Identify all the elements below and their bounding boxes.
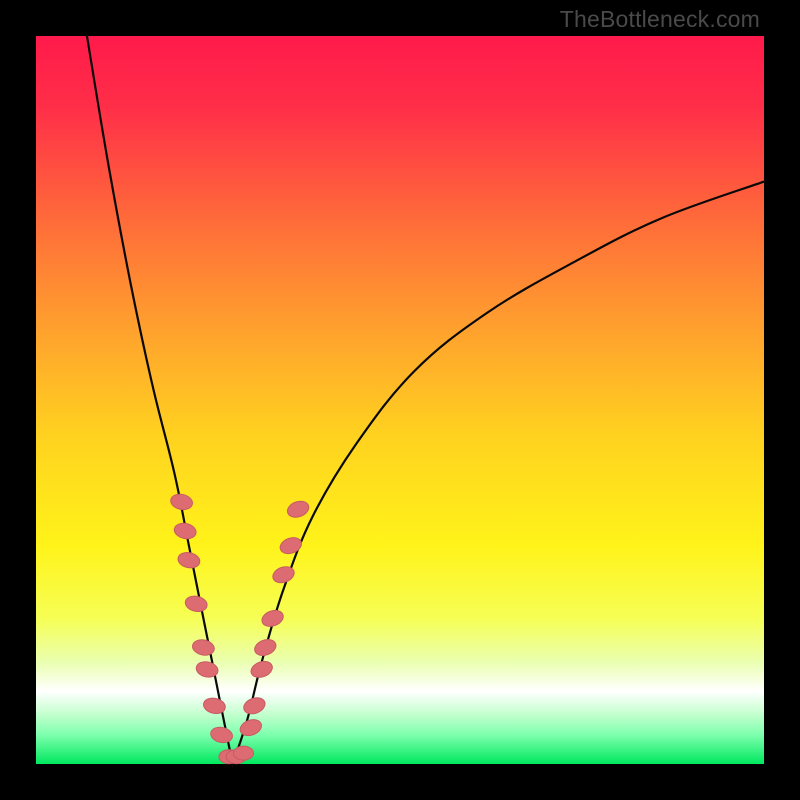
sample-bead [191, 638, 216, 657]
sample-bead [234, 746, 254, 760]
sample-bead [169, 492, 194, 511]
sample-bead [177, 551, 202, 570]
sample-bead [278, 535, 304, 557]
sample-markers [169, 492, 311, 763]
sample-bead [184, 594, 209, 613]
chart-svg [36, 36, 764, 764]
sample-bead [249, 659, 275, 681]
sample-bead [241, 695, 267, 717]
chart-frame: TheBottleneck.com [0, 0, 800, 800]
sample-bead [260, 608, 286, 630]
sample-bead [209, 725, 234, 744]
bottleneck-curve [87, 36, 764, 764]
sample-bead [252, 637, 278, 659]
sample-bead [285, 498, 311, 520]
plot-area [36, 36, 764, 764]
sample-bead [173, 521, 198, 540]
watermark-label: TheBottleneck.com [560, 6, 760, 33]
